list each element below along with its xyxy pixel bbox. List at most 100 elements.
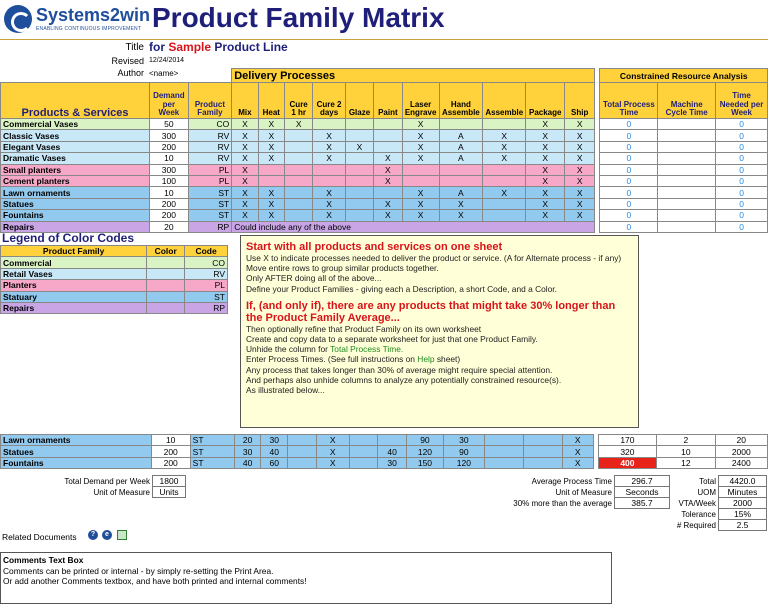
help-icon[interactable]: ? [88,530,98,540]
title-value[interactable]: for Sample Product Line [149,40,288,54]
process-mark-cell[interactable] [344,186,375,199]
product-name[interactable]: Lawn ornaments [0,186,151,199]
process-mark-cell[interactable]: X [373,152,403,165]
process-mark-cell[interactable]: X [563,174,596,188]
process-mark-cell[interactable]: X [312,209,346,222]
process-time-cell[interactable]: 120 [405,445,444,458]
machine-cycle-cell[interactable] [657,140,717,154]
product-name[interactable]: Elegant Vases [0,140,151,154]
process-mark-cell[interactable] [283,152,314,165]
legend-color-swatch[interactable] [146,267,186,281]
process-mark-cell[interactable] [283,129,314,142]
process-mark-cell[interactable]: X [312,186,346,199]
process-time-cell[interactable]: 30 [442,433,485,447]
process-mark-cell[interactable] [482,197,527,211]
process-mark-cell[interactable]: X [312,129,346,142]
family-code-cell[interactable]: RV [187,140,233,154]
machine-cycle-cell[interactable] [657,163,717,176]
product-name[interactable]: Fountains [0,209,151,222]
process-mark-cell[interactable] [482,163,527,176]
process-mark-cell[interactable]: X [401,197,440,211]
process-mark-cell[interactable] [283,186,314,199]
process-mark-cell[interactable]: X [525,140,565,154]
process-mark-cell[interactable]: X [231,186,259,199]
process-mark-cell[interactable]: X [563,197,596,211]
family-code-cell[interactable]: RP [187,220,233,233]
process-mark-cell[interactable]: X [231,152,259,165]
process-mark-cell[interactable]: X [525,163,565,176]
process-mark-cell[interactable]: X [373,163,403,176]
process-time-cell[interactable] [522,433,563,447]
process-mark-cell[interactable]: X [257,209,285,222]
process-mark-cell[interactable]: A [438,186,484,199]
process-mark-cell[interactable]: X [257,140,285,154]
family-code-cell[interactable]: CO [187,117,233,131]
process-mark-cell[interactable] [283,163,314,176]
process-mark-cell[interactable] [283,197,314,211]
demand-cell[interactable]: 200 [149,140,189,154]
process-mark-cell[interactable]: X [525,129,565,142]
machine-cycle-cell[interactable] [657,209,717,222]
process-time-cell[interactable]: 30 [260,433,289,447]
demand-cell[interactable]: 200 [149,197,189,211]
process-mark-cell[interactable]: X [525,186,565,199]
process-time-cell[interactable]: X [315,433,350,447]
revised-value[interactable]: 12/24/2014 [149,57,184,64]
process-time-cell[interactable] [287,456,317,470]
process-mark-cell[interactable]: X [257,197,285,211]
process-mark-cell[interactable] [312,163,346,176]
process-mark-cell[interactable] [482,209,527,222]
family-code-cell[interactable]: ST [189,433,235,447]
demand-cell[interactable]: 50 [149,117,189,131]
legend-color-swatch[interactable] [146,279,186,292]
machine-cycle-cell[interactable] [657,117,717,131]
process-mark-cell[interactable] [283,174,314,188]
process-mark-cell[interactable] [438,163,484,176]
process-mark-cell[interactable] [344,117,375,131]
process-mark-cell[interactable]: X [373,209,403,222]
process-mark-cell[interactable] [438,117,484,131]
process-mark-cell[interactable]: X [373,197,403,211]
internet-icon[interactable]: e [102,530,112,540]
process-mark-cell[interactable]: X [563,186,596,199]
process-time-cell[interactable] [348,445,379,458]
process-mark-cell[interactable] [344,174,375,188]
process-mark-cell[interactable]: A [438,129,484,142]
process-time-cell[interactable]: 30 [233,445,262,458]
process-time-cell[interactable]: 120 [442,456,485,470]
process-time-cell[interactable]: 40 [377,445,407,458]
legend-code[interactable]: ST [184,290,228,303]
process-mark-cell[interactable] [344,129,375,142]
process-mark-cell[interactable]: X [563,140,596,154]
product-name[interactable]: Fountains [0,456,152,470]
process-mark-cell[interactable]: A [438,152,484,165]
process-mark-cell[interactable] [344,152,375,165]
process-time-cell[interactable]: 150 [405,456,444,470]
process-mark-cell[interactable]: X [482,140,527,154]
process-time-cell[interactable] [287,445,317,458]
process-time-cell[interactable]: X [561,456,594,470]
legend-code[interactable]: PL [184,279,228,292]
process-time-cell[interactable] [483,456,524,470]
process-mark-cell[interactable]: X [482,129,527,142]
process-time-cell[interactable] [522,445,563,458]
process-mark-cell[interactable]: X [312,197,346,211]
process-time-cell[interactable] [377,433,407,447]
product-name[interactable]: Classic Vases [0,129,151,142]
spreadsheet-icon[interactable] [117,530,127,540]
machine-cycle-cell[interactable]: 12 [656,456,716,470]
process-mark-cell[interactable] [344,197,375,211]
process-mark-cell[interactable] [257,174,285,188]
process-mark-cell[interactable]: X [401,129,440,142]
process-mark-cell[interactable]: X [525,197,565,211]
process-mark-cell[interactable]: X [231,209,259,222]
process-time-cell[interactable]: 30 [377,456,407,470]
process-note-cell[interactable]: Could include any of the above [231,220,596,233]
product-name[interactable]: Commercial Vases [0,117,151,131]
demand-cell[interactable]: 20 [149,220,189,233]
family-code-cell[interactable]: ST [187,209,233,222]
process-mark-cell[interactable]: X [401,140,440,154]
process-mark-cell[interactable]: X [482,152,527,165]
process-mark-cell[interactable] [344,209,375,222]
legend-color-swatch[interactable] [146,301,186,315]
